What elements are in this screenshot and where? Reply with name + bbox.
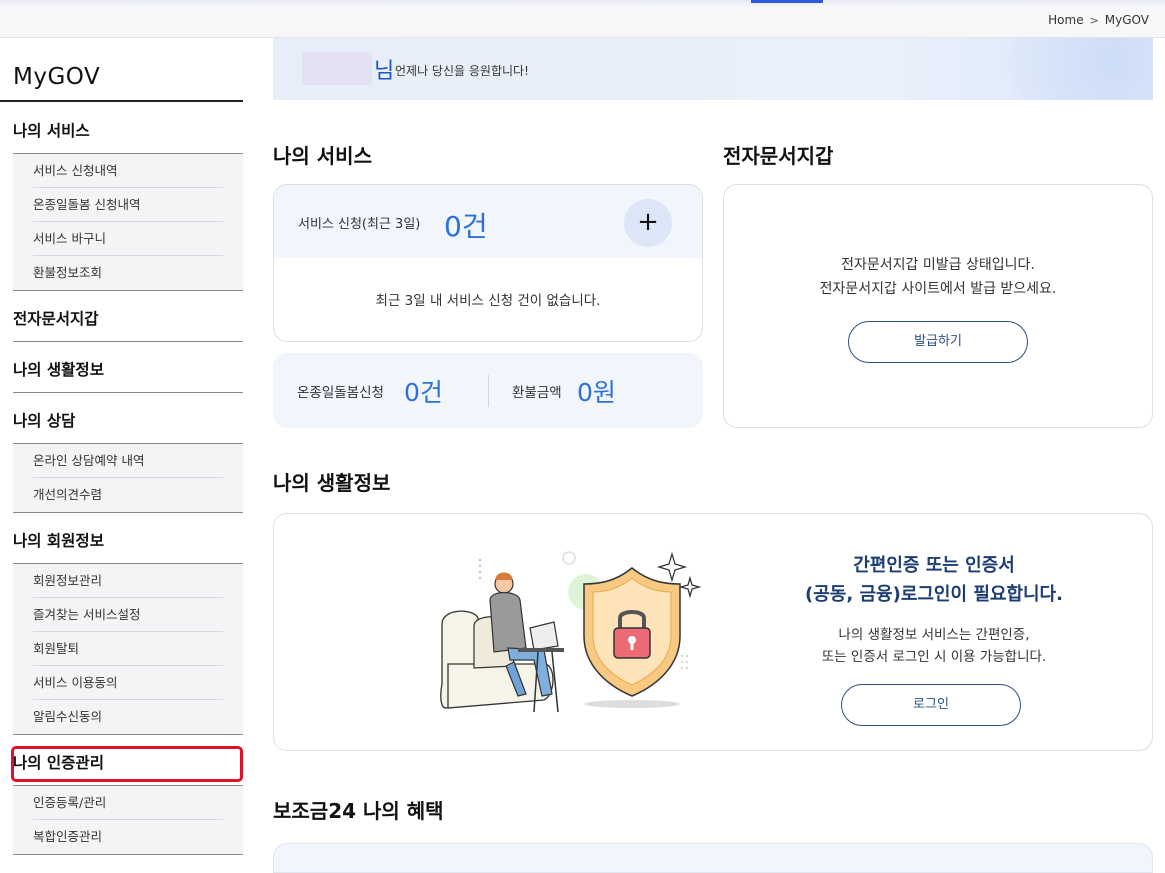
sidebar-item-notification-consent[interactable]: 알림수신동의 [33, 700, 223, 734]
benefits-card [273, 843, 1153, 873]
divider [13, 734, 243, 735]
login-required-title-line1: 간편인증 또는 인증서 [853, 555, 1015, 576]
sidebar: MyGOV 나의 서비스 서비스 신청내역 온종일돌봄 신청내역 서비스 바구니… [0, 38, 243, 859]
sidebar-section-wallet[interactable]: 전자문서지갑 [13, 307, 99, 329]
breadcrumb-home[interactable]: Home [1048, 13, 1083, 27]
divider [488, 375, 489, 407]
honorific: 님 [374, 59, 395, 84]
sidebar-item-service-history[interactable]: 서비스 신청내역 [33, 154, 223, 188]
divider [13, 392, 243, 393]
divider [13, 290, 243, 291]
sidebar-item-withdraw[interactable]: 회원탈퇴 [33, 632, 223, 666]
divider [13, 341, 243, 342]
refund-value[interactable]: 0원 [577, 373, 616, 409]
section-title-my-service: 나의 서비스 [273, 144, 372, 168]
issue-button[interactable]: 발급하기 [848, 321, 1028, 363]
divider [13, 854, 243, 855]
highlight-box [11, 746, 243, 782]
chevron-right-icon: > [1089, 13, 1099, 27]
sidebar-item-favorite-services[interactable]: 즐겨찾는 서비스설정 [33, 598, 223, 632]
top-bar: Home > MyGOV [0, 0, 1165, 38]
sidebar-section-member[interactable]: 나의 회원정보 [13, 529, 104, 551]
user-name-mask [302, 52, 372, 85]
sidebar-item-care-history[interactable]: 온종일돌봄 신청내역 [33, 188, 223, 222]
greeting-message: 언제나 당신을 응원합니다! [395, 64, 529, 78]
active-menu-indicator [751, 0, 823, 3]
section-title-wallet: 전자문서지갑 [723, 144, 834, 168]
sidebar-item-member-info[interactable]: 회원정보관리 [33, 564, 223, 598]
wallet-status-text: 전자문서지갑 미발급 상태입니다. [841, 257, 1035, 273]
login-desc-line2: 또는 인증서 로그인 시 이용 가능합니다. [821, 649, 1047, 665]
sidebar-section-life-info[interactable]: 나의 생활정보 [13, 358, 104, 380]
sidebar-item-auth-register[interactable]: 인증등록/관리 [33, 786, 223, 820]
service-empty-text: 최근 3일 내 서비스 신청 건이 없습니다. [375, 293, 601, 309]
service-stats-card: 온종일돌봄신청 0건 환불금액 0원 [273, 353, 703, 428]
divider [0, 100, 243, 102]
divider [13, 512, 243, 513]
sidebar-section-my-service[interactable]: 나의 서비스 [13, 119, 90, 141]
sidebar-item-service-basket[interactable]: 서비스 바구니 [33, 222, 223, 256]
security-illustration-icon [440, 551, 702, 713]
sidebar-submenu-auth: 인증등록/관리 복합인증관리 [13, 785, 243, 854]
service-apply-count: 0건 [444, 210, 488, 243]
breadcrumb: Home > MyGOV [1048, 13, 1149, 27]
login-button[interactable]: 로그인 [841, 684, 1021, 726]
sidebar-section-consult[interactable]: 나의 상담 [13, 409, 75, 431]
breadcrumb-current: MyGOV [1104, 13, 1149, 27]
wallet-guide-text: 전자문서지갑 사이트에서 발급 받으세요. [819, 281, 1057, 297]
refund-label: 환불금액 [512, 385, 562, 401]
sidebar-item-consult-reservation[interactable]: 온라인 상담예약 내역 [33, 444, 223, 478]
service-apply-header: 서비스 신청(최근 3일) 0건 + [274, 185, 702, 258]
sidebar-submenu-consult: 온라인 상담예약 내역 개선의견수렴 [13, 443, 243, 512]
wallet-card: 전자문서지갑 미발급 상태입니다. 전자문서지갑 사이트에서 발급 받으세요. … [723, 184, 1153, 428]
sidebar-submenu-member: 회원정보관리 즐겨찾는 서비스설정 회원탈퇴 서비스 이용동의 알림수신동의 [13, 563, 243, 734]
sidebar-title: MyGOV [13, 64, 101, 90]
care-label: 온종일돌봄신청 [297, 385, 384, 401]
login-desc-line1: 나의 생활정보 서비스는 간편인증, [838, 627, 1030, 643]
life-info-card: 간편인증 또는 인증서 (공동, 금융)로그인이 필요합니다. 나의 생활정보 … [273, 513, 1153, 751]
section-title-benefits: 보조금24 나의 혜택 [273, 799, 444, 823]
plus-icon[interactable]: + [624, 199, 672, 247]
greeting-banner: 님 언제나 당신을 응원합니다! [273, 38, 1153, 100]
sidebar-item-service-consent[interactable]: 서비스 이용동의 [33, 666, 223, 700]
login-required-title-line2: (공동, 금융)로그인이 필요합니다. [805, 584, 1063, 605]
sidebar-item-multi-auth[interactable]: 복합인증관리 [33, 820, 223, 854]
banner-decoration [993, 38, 1153, 100]
sidebar-item-feedback[interactable]: 개선의견수렴 [33, 478, 223, 512]
sidebar-item-refund-info[interactable]: 환불정보조회 [33, 256, 223, 290]
sidebar-submenu-my-service: 서비스 신청내역 온종일돌봄 신청내역 서비스 바구니 환불정보조회 [13, 153, 243, 290]
service-apply-card: 서비스 신청(최근 3일) 0건 + 최근 3일 내 서비스 신청 건이 없습니… [273, 184, 703, 342]
service-apply-label: 서비스 신청(최근 3일) [298, 217, 421, 232]
care-value[interactable]: 0건 [404, 373, 443, 409]
section-title-life-info: 나의 생활정보 [273, 471, 391, 495]
